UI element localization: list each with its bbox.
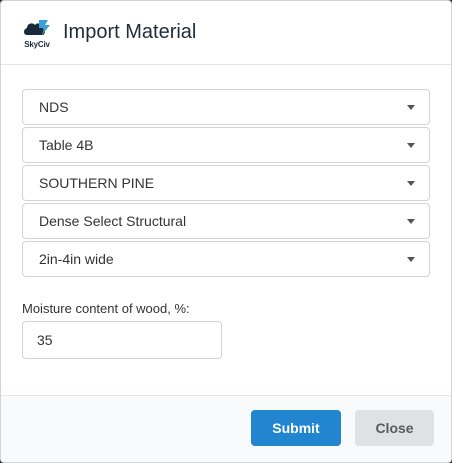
chevron-down-icon: [407, 143, 415, 148]
skyciv-logo-icon: [24, 19, 50, 35]
chevron-down-icon: [407, 181, 415, 186]
species-select[interactable]: SOUTHERN PINE: [22, 165, 430, 201]
submit-button[interactable]: Submit: [251, 410, 341, 446]
logo-text: SkyCiv: [24, 39, 50, 49]
dialog-footer: Submit Close: [1, 395, 451, 462]
species-value: SOUTHERN PINE: [39, 175, 155, 191]
grade-select[interactable]: Dense Select Structural: [22, 203, 430, 239]
design-code-value: NDS: [39, 99, 69, 115]
chevron-down-icon: [407, 257, 415, 262]
close-button[interactable]: Close: [355, 410, 434, 446]
chevron-down-icon: [407, 219, 415, 224]
moisture-label: Moisture content of wood, %:: [22, 301, 190, 316]
size-value: 2in-4in wide: [39, 251, 114, 267]
import-material-dialog: SkyCiv Import Material NDS Table 4B SOUT…: [0, 0, 452, 463]
table-select[interactable]: Table 4B: [22, 127, 430, 163]
dialog-content: NDS Table 4B SOUTHERN PINE Dense Select …: [1, 65, 451, 359]
chevron-down-icon: [407, 105, 415, 110]
design-code-select[interactable]: NDS: [22, 89, 430, 125]
dialog-header: SkyCiv Import Material: [1, 1, 451, 65]
size-select[interactable]: 2in-4in wide: [22, 241, 430, 277]
moisture-input[interactable]: [22, 321, 222, 359]
skyciv-logo: SkyCiv: [22, 17, 52, 49]
dialog-title: Import Material: [63, 21, 197, 43]
table-value: Table 4B: [39, 137, 94, 153]
grade-value: Dense Select Structural: [39, 213, 187, 229]
